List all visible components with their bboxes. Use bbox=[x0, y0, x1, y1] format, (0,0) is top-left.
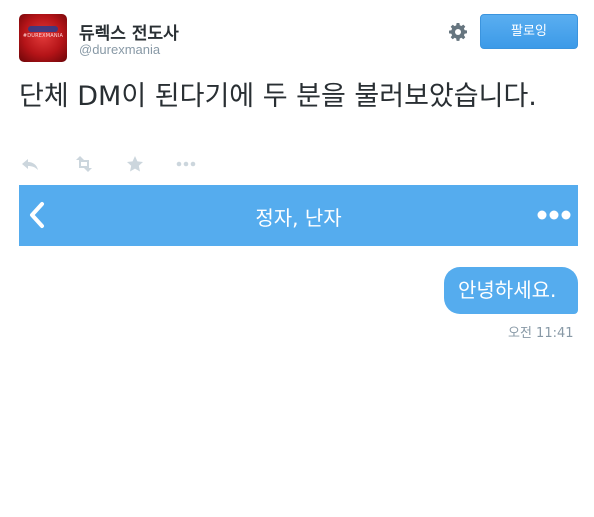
dm-conversation-title: 정자, 난자 bbox=[255, 206, 342, 230]
dm-header-bar: 정자, 난자 bbox=[19, 185, 578, 246]
avatar-logo-band bbox=[28, 26, 58, 32]
avatar[interactable]: #DUREXMANIA bbox=[19, 14, 67, 62]
retweet-icon[interactable] bbox=[71, 153, 97, 175]
avatar-logo-text: #DUREXMANIA bbox=[22, 33, 64, 39]
dm-message-timestamp: 오전 11:41 bbox=[508, 326, 574, 341]
tweet-card: #DUREXMANIA 듀렉스 전도사 @durexmania 팔로잉 단체 D… bbox=[0, 0, 594, 517]
author-display-name[interactable]: 듀렉스 전도사 bbox=[79, 19, 179, 44]
more-options-icon[interactable] bbox=[536, 209, 572, 221]
author-handle[interactable]: @durexmania bbox=[79, 42, 160, 57]
tweet-text: 단체 DM이 된다기에 두 분을 불러보았습니다. bbox=[19, 81, 537, 112]
gear-icon[interactable] bbox=[448, 22, 468, 42]
favorite-icon[interactable] bbox=[124, 153, 146, 175]
following-button[interactable]: 팔로잉 bbox=[480, 14, 578, 49]
more-icon[interactable] bbox=[174, 153, 198, 175]
reply-icon[interactable] bbox=[19, 153, 41, 175]
dm-message-bubble: 안녕하세요. bbox=[444, 267, 578, 314]
